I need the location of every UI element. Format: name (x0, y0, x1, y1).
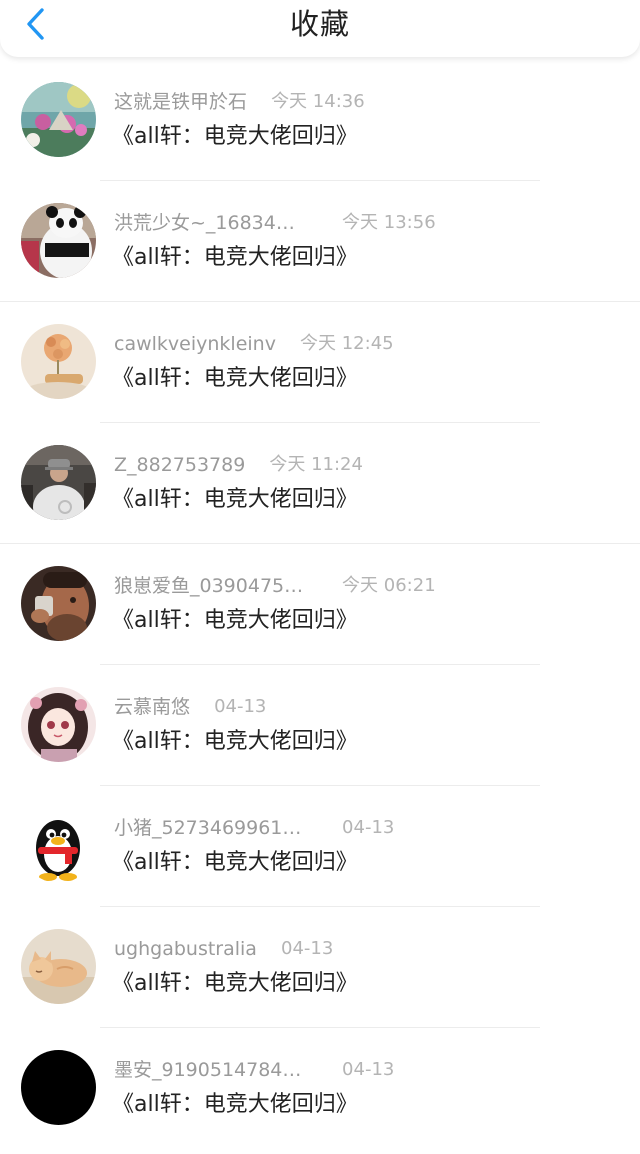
avatar-flowers-image (21, 82, 96, 157)
item-meta: 小猪_527346996120… 04-13 (114, 815, 394, 841)
item-meta: 狼崽爱鱼_039047545… 今天 06:21 (114, 573, 436, 599)
avatar[interactable] (21, 203, 96, 278)
user-name[interactable]: 这就是铁甲於石 (114, 89, 247, 115)
timestamp: 今天 06:21 (342, 575, 436, 596)
timestamp: 今天 14:36 (271, 91, 365, 112)
top-navigation-bar: 收藏 (0, 0, 640, 57)
avatar[interactable] (21, 687, 96, 762)
item-meta: 云慕南悠 04-13 (114, 694, 266, 720)
item-meta: 墨安_9190514784205… 04-13 (114, 1057, 394, 1083)
book-title[interactable]: 《all轩：电竞大佬回归》 (112, 606, 358, 636)
item-meta: 洪荒少女~_16834513… 今天 13:56 (114, 210, 436, 236)
user-name[interactable]: ughgabustralia (114, 936, 257, 962)
timestamp: 04-13 (342, 817, 395, 838)
item-meta: 这就是铁甲於石 今天 14:36 (114, 89, 365, 115)
timestamp: 今天 11:24 (269, 454, 363, 475)
avatar-person-hat-image (21, 445, 96, 520)
penguin-icon (21, 808, 96, 883)
favorites-screen: 收藏 这就是铁甲於石 今天 14:36 《all轩：电竞大佬回归》 洪荒少女~_… (0, 0, 640, 1154)
user-name[interactable]: Z_882753789 (114, 452, 245, 478)
book-title[interactable]: 《all轩：电竞大佬回归》 (112, 1090, 358, 1120)
timestamp: 04-13 (214, 696, 267, 717)
list-item[interactable]: 云慕南悠 04-13 《all轩：电竞大佬回归》 (0, 665, 640, 786)
item-meta: cawlkveiynkleinv 今天 12:45 (114, 331, 394, 357)
list-item[interactable]: 墨安_9190514784205… 04-13 《all轩：电竞大佬回归》 (0, 1028, 640, 1149)
book-title[interactable]: 《all轩：电竞大佬回归》 (112, 848, 358, 878)
user-name[interactable]: 狼崽爱鱼_039047545… (114, 573, 306, 599)
avatar-kitten-image (21, 929, 96, 1004)
avatar[interactable] (21, 929, 96, 1004)
avatar[interactable] (21, 566, 96, 641)
list-item[interactable]: 这就是铁甲於石 今天 14:36 《all轩：电竞大佬回归》 (0, 60, 640, 181)
avatar-man-drinking-image (21, 566, 96, 641)
avatar[interactable] (21, 82, 96, 157)
item-meta: ughgabustralia 04-13 (114, 936, 333, 962)
book-title[interactable]: 《all轩：电竞大佬回归》 (112, 364, 358, 394)
avatar-panda-image (21, 203, 96, 278)
item-meta: Z_882753789 今天 11:24 (114, 452, 363, 478)
list-item[interactable]: 狼崽爱鱼_039047545… 今天 06:21 《all轩：电竞大佬回归》 (0, 544, 640, 665)
page-title: 收藏 (289, 7, 350, 41)
avatar-flower-bouquet-image (21, 324, 96, 399)
list-item[interactable]: ughgabustralia 04-13 《all轩：电竞大佬回归》 (0, 907, 640, 1028)
avatar[interactable] (21, 445, 96, 520)
avatar[interactable] (21, 808, 96, 883)
list-item[interactable]: 洪荒少女~_16834513… 今天 13:56 《all轩：电竞大佬回归》 (0, 181, 640, 302)
timestamp: 04-13 (281, 938, 334, 959)
timestamp: 今天 12:45 (300, 333, 394, 354)
favorites-list: 这就是铁甲於石 今天 14:36 《all轩：电竞大佬回归》 洪荒少女~_168… (0, 60, 640, 1149)
book-title[interactable]: 《all轩：电竞大佬回归》 (112, 727, 358, 757)
timestamp: 04-13 (342, 1059, 395, 1080)
timestamp: 今天 13:56 (342, 212, 436, 233)
list-item[interactable]: Z_882753789 今天 11:24 《all轩：电竞大佬回归》 (0, 423, 640, 544)
list-item[interactable]: 小猪_527346996120… 04-13 《all轩：电竞大佬回归》 (0, 786, 640, 907)
book-title[interactable]: 《all轩：电竞大佬回归》 (112, 969, 358, 999)
user-name[interactable]: 墨安_9190514784205… (114, 1057, 306, 1083)
user-name[interactable]: 洪荒少女~_16834513… (114, 210, 306, 236)
avatar-anime-girl-image (21, 687, 96, 762)
user-name[interactable]: cawlkveiynkleinv (114, 331, 276, 357)
user-name[interactable]: 小猪_527346996120… (114, 815, 306, 841)
avatar[interactable] (21, 324, 96, 399)
book-title[interactable]: 《all轩：电竞大佬回归》 (112, 243, 358, 273)
avatar[interactable] (21, 1050, 96, 1125)
book-title[interactable]: 《all轩：电竞大佬回归》 (112, 485, 358, 515)
avatar-black-image (21, 1050, 96, 1125)
book-title[interactable]: 《all轩：电竞大佬回归》 (112, 122, 358, 152)
list-item[interactable]: cawlkveiynkleinv 今天 12:45 《all轩：电竞大佬回归》 (0, 302, 640, 423)
user-name[interactable]: 云慕南悠 (114, 694, 190, 720)
